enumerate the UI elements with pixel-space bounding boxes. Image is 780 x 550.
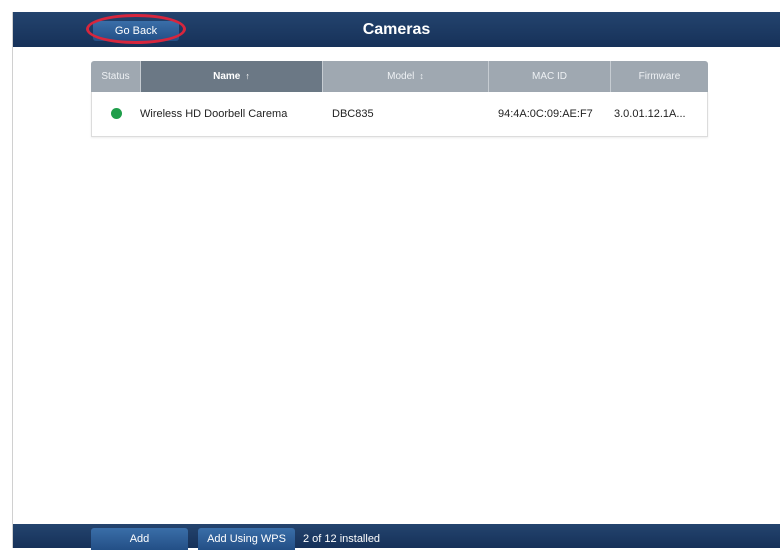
installed-count: 2 of 12 installed bbox=[303, 533, 381, 545]
column-header-status[interactable]: Status bbox=[91, 61, 141, 92]
column-header-label: Status bbox=[101, 71, 130, 82]
column-header-label: MAC ID bbox=[532, 71, 567, 82]
sort-ascending-icon: ↑ bbox=[245, 71, 250, 81]
bottom-bar: Add Add Using WPS 2 of 12 installed bbox=[13, 524, 780, 550]
go-back-button[interactable]: Go Back bbox=[93, 21, 179, 41]
top-bar: Cameras Go Back bbox=[13, 12, 780, 47]
table-row[interactable]: Wireless HD Doorbell Carema DBC835 94:4A… bbox=[91, 92, 708, 137]
column-header-model[interactable]: Model ↕ bbox=[323, 61, 489, 92]
column-header-label: Name bbox=[213, 71, 241, 82]
status-online-icon bbox=[111, 108, 122, 119]
add-button[interactable]: Add bbox=[91, 528, 188, 550]
add-using-wps-button[interactable]: Add Using WPS bbox=[198, 528, 295, 550]
column-header-label: Model bbox=[387, 71, 415, 82]
cameras-table: Status Name ↑ Model ↕ MAC ID Firmware Wire… bbox=[91, 61, 708, 137]
column-header-name[interactable]: Name ↑ bbox=[141, 61, 323, 92]
sort-icon: ↕ bbox=[419, 71, 424, 81]
camera-model: DBC835 bbox=[332, 108, 374, 120]
column-header-firmware[interactable]: Firmware bbox=[611, 61, 708, 92]
camera-mac-id: 94:4A:0C:09:AE:F7 bbox=[498, 108, 593, 120]
camera-firmware: 3.0.01.12.1A... bbox=[614, 108, 686, 120]
app-frame: Cameras Go Back Status Name ↑ Model ↕ MAC … bbox=[12, 12, 780, 550]
column-header-mac-id[interactable]: MAC ID bbox=[489, 61, 611, 92]
column-header-label: Firmware bbox=[638, 71, 681, 82]
table-header: Status Name ↑ Model ↕ MAC ID Firmware bbox=[91, 61, 708, 92]
camera-name: Wireless HD Doorbell Carema bbox=[140, 108, 288, 120]
